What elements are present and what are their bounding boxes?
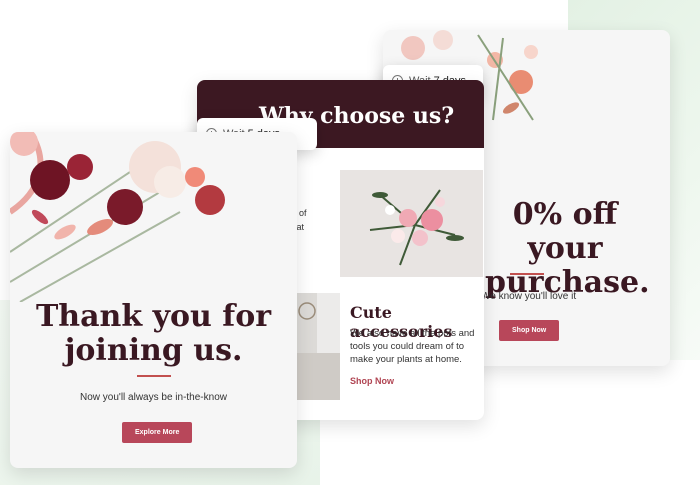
shop-now-link[interactable]: Shop Now bbox=[350, 376, 394, 386]
explore-more-button[interactable]: Explore More bbox=[122, 422, 193, 443]
welcome-headline: Thank you for joining us. bbox=[35, 299, 272, 368]
divider bbox=[510, 273, 544, 275]
accessories-body: We also have all the pots and tools you … bbox=[350, 328, 475, 365]
bouquet-photo bbox=[340, 170, 483, 277]
email-card-welcome: Thank you for joining us. Now you'll alw… bbox=[10, 132, 297, 468]
discount-subtitle: We know you'll love it bbox=[481, 291, 577, 302]
welcome-subtitle: Now you'll always be in-the-know bbox=[80, 392, 227, 403]
accessories-photo bbox=[295, 293, 340, 400]
shop-now-button[interactable]: Shop Now bbox=[499, 320, 560, 341]
discount-headline: 0% off your purchase. bbox=[485, 197, 650, 300]
flower-illustration bbox=[10, 132, 297, 302]
divider bbox=[137, 375, 171, 377]
